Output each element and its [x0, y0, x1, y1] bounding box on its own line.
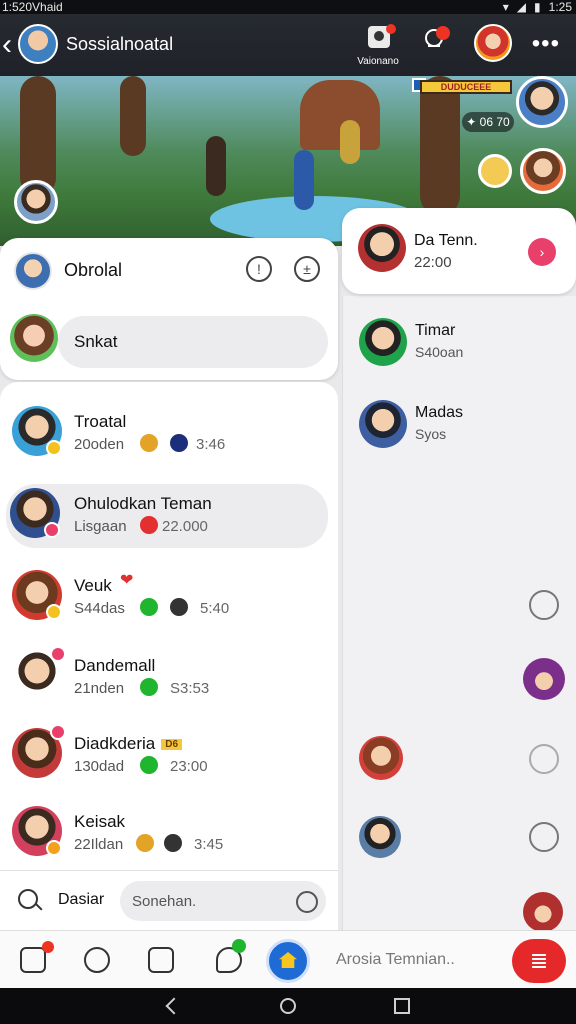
avatar	[359, 400, 407, 448]
chat-row[interactable]: Diadkderia D6 130dad 23:00	[0, 724, 338, 788]
level-tag: D6	[161, 739, 183, 751]
player-avatar[interactable]	[516, 76, 568, 128]
tree-shape	[120, 76, 146, 156]
player-avatar[interactable]	[478, 154, 512, 188]
right-panel: Timar S40oan Madas Syos	[342, 296, 576, 936]
game-character	[340, 120, 360, 164]
bottom-nav: Arosia Temnian.. ≣	[0, 930, 576, 988]
system-nav	[0, 988, 576, 1024]
status-badge	[50, 646, 66, 662]
hud-bar: DUDUCEEE	[420, 80, 512, 94]
nav-recents-icon[interactable]	[394, 998, 410, 1014]
tree-shape	[20, 76, 56, 196]
right-chat-item[interactable]: Madas Syos	[359, 400, 569, 456]
search-label: Dasiar	[58, 891, 105, 908]
add-friend-input[interactable]: Arosia Temnian..	[336, 951, 455, 969]
home-badge	[42, 941, 54, 953]
chat-badge	[232, 939, 246, 953]
avatar	[359, 318, 407, 366]
app-title: Sossialnoatal	[66, 34, 174, 54]
status-bar: 1:520Vhaid ▾ ◢ ▮ 1:25	[0, 0, 576, 14]
search-icon[interactable]	[84, 947, 110, 973]
status-badge	[46, 440, 62, 456]
voice-badge	[386, 24, 396, 34]
status-badge	[44, 522, 60, 538]
sticker-avatar[interactable]	[523, 658, 565, 700]
chat-row[interactable]: Veuk ❤ S44das 5:40	[0, 566, 338, 630]
avatar[interactable]	[359, 816, 401, 858]
reaction-icon	[140, 516, 158, 534]
leaf-icon[interactable]	[529, 744, 559, 774]
globe-icon[interactable]	[296, 891, 318, 913]
info-icon[interactable]: !	[246, 256, 272, 282]
avatar[interactable]	[359, 736, 403, 780]
reaction-icon	[140, 598, 158, 616]
reaction-icon	[136, 834, 154, 852]
chat-name: Diadkderia	[74, 734, 156, 753]
emoji-icon[interactable]	[529, 590, 559, 620]
avatar	[358, 224, 406, 272]
chat-time: 22:00	[414, 254, 452, 271]
tree-shape	[420, 76, 460, 216]
search-top-field[interactable]: Snkat	[58, 316, 328, 368]
voice-label[interactable]: Vaionano	[350, 56, 406, 67]
reaction-icon	[140, 678, 158, 696]
chat-header-card: Obrolal ! ± Snkat	[0, 238, 338, 380]
nav-home-icon[interactable]	[280, 998, 296, 1014]
avatar[interactable]	[10, 314, 58, 362]
chevron-right-icon[interactable]: ›	[528, 238, 556, 266]
notification-badge	[436, 26, 450, 40]
battery-icon: ▮	[534, 0, 541, 14]
back-icon[interactable]: ‹	[2, 28, 12, 62]
status-left: 1:520Vhaid	[2, 0, 63, 14]
reaction-icon	[140, 434, 158, 452]
reaction-icon	[140, 756, 158, 774]
game-character	[206, 136, 226, 196]
player-avatar[interactable]	[520, 148, 566, 194]
home-icon[interactable]	[20, 947, 46, 973]
wifi-icon: ▾	[502, 0, 509, 14]
status-badge	[50, 724, 66, 740]
more-icon[interactable]: •••	[532, 30, 560, 58]
chat-section-title: Obrolal	[64, 260, 123, 280]
chat-row[interactable]: Troatal 20oden 3:46	[0, 402, 338, 466]
chat-row[interactable]: Dandemall 21nden S3:53	[0, 646, 338, 710]
chat-row[interactable]: Ohulodkan Teman Lisgaan 22.000	[6, 484, 328, 548]
status-time: 1:25	[548, 0, 572, 14]
nav-back-icon[interactable]	[165, 997, 183, 1015]
right-featured-chat[interactable]: Da Tenn. 22:00 ›	[342, 208, 576, 294]
status-badge	[46, 840, 62, 856]
chat-list: Troatal 20oden 3:46 Ohulodkan Teman Lisg…	[0, 382, 338, 930]
game-character	[294, 150, 314, 210]
search-bar: Dasiar	[0, 870, 338, 930]
avatar[interactable]	[14, 252, 52, 290]
group-avatar[interactable]	[18, 24, 58, 64]
signal-icon: ◢	[516, 0, 527, 14]
search-icon[interactable]	[18, 889, 38, 909]
gallery-icon[interactable]	[148, 947, 174, 973]
score-badge: ✦ 06 70	[462, 112, 514, 132]
emoji-icon[interactable]	[529, 822, 559, 852]
reaction-icon	[170, 434, 188, 452]
sticker-avatar[interactable]	[523, 892, 563, 932]
reaction-icon	[164, 834, 182, 852]
reaction-icon	[170, 598, 188, 616]
home-center-icon[interactable]	[266, 939, 310, 983]
player-avatar[interactable]	[14, 180, 58, 224]
top-app-bar: ‹ Sossialnoatal Vaionano •••	[0, 14, 576, 76]
right-chat-item[interactable]: Timar S40oan	[359, 318, 569, 374]
list-icon[interactable]: ≣	[512, 939, 566, 983]
filter-icon[interactable]: ±	[294, 256, 320, 282]
status-badge	[46, 604, 62, 620]
chat-row[interactable]: Keisak 22Ildan 3:45	[0, 802, 338, 866]
chat-name: Da Tenn.	[414, 232, 478, 249]
heart-icon: ❤	[120, 572, 134, 589]
profile-avatar[interactable]	[474, 24, 512, 62]
